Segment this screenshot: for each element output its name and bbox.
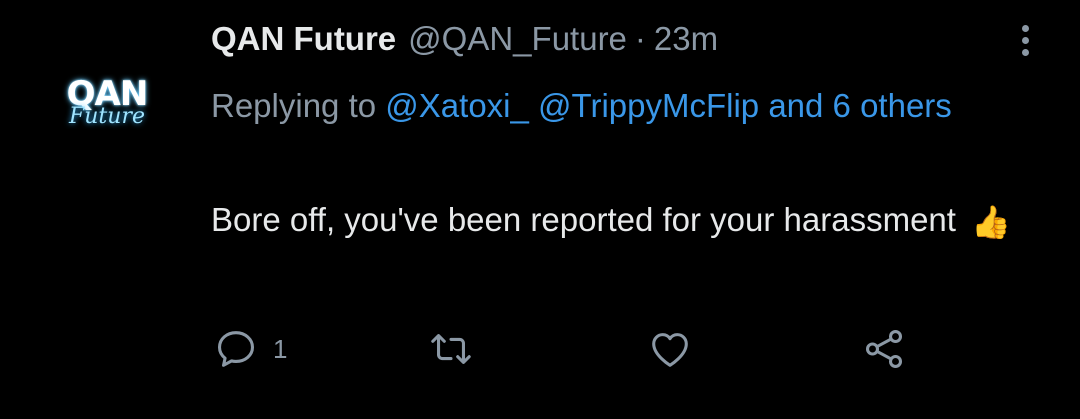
- more-dot: [1021, 24, 1029, 32]
- tweet-text-content: Bore off, you've been reported for your …: [211, 201, 956, 238]
- timestamp[interactable]: 23m: [654, 20, 718, 58]
- reply-button[interactable]: 1: [213, 324, 287, 374]
- tweet[interactable]: QAN Future QAN Future @QAN_Future · 23m …: [0, 0, 1080, 419]
- replying-to: Replying to @Xatoxi_ @TrippyMcFlip and 6…: [211, 78, 1011, 133]
- separator-dot: ·: [634, 20, 646, 57]
- replying-prefix: Replying to: [211, 87, 377, 124]
- display-name[interactable]: QAN Future: [211, 20, 396, 58]
- more-dot: [1021, 48, 1029, 56]
- user-handle[interactable]: @QAN_Future: [408, 20, 627, 58]
- thumbs-up-emoji: 👍: [971, 204, 1011, 240]
- avatar[interactable]: QAN Future: [40, 38, 174, 172]
- avatar-logo-bottom: Future: [69, 104, 145, 129]
- mention-xatoxi[interactable]: @Xatoxi_: [385, 87, 529, 124]
- tweet-header: QAN Future @QAN_Future · 23m: [211, 20, 718, 66]
- share-icon: [865, 330, 903, 368]
- action-bar: 1: [213, 324, 933, 374]
- reply-count: 1: [273, 333, 288, 364]
- comment-icon: [217, 331, 255, 367]
- mention-others[interactable]: and 6 others: [768, 87, 951, 124]
- more-dot: [1021, 36, 1029, 44]
- retweet-button[interactable]: [427, 324, 475, 374]
- like-button[interactable]: [647, 324, 693, 374]
- share-button[interactable]: [861, 324, 907, 374]
- like-icon: [652, 333, 688, 367]
- tweet-text: Bore off, you've been reported for your …: [211, 192, 1011, 250]
- retweet-icon: [431, 334, 471, 364]
- more-icon[interactable]: [1010, 18, 1040, 62]
- mention-trippymcflip[interactable]: @TrippyMcFlip: [538, 87, 759, 124]
